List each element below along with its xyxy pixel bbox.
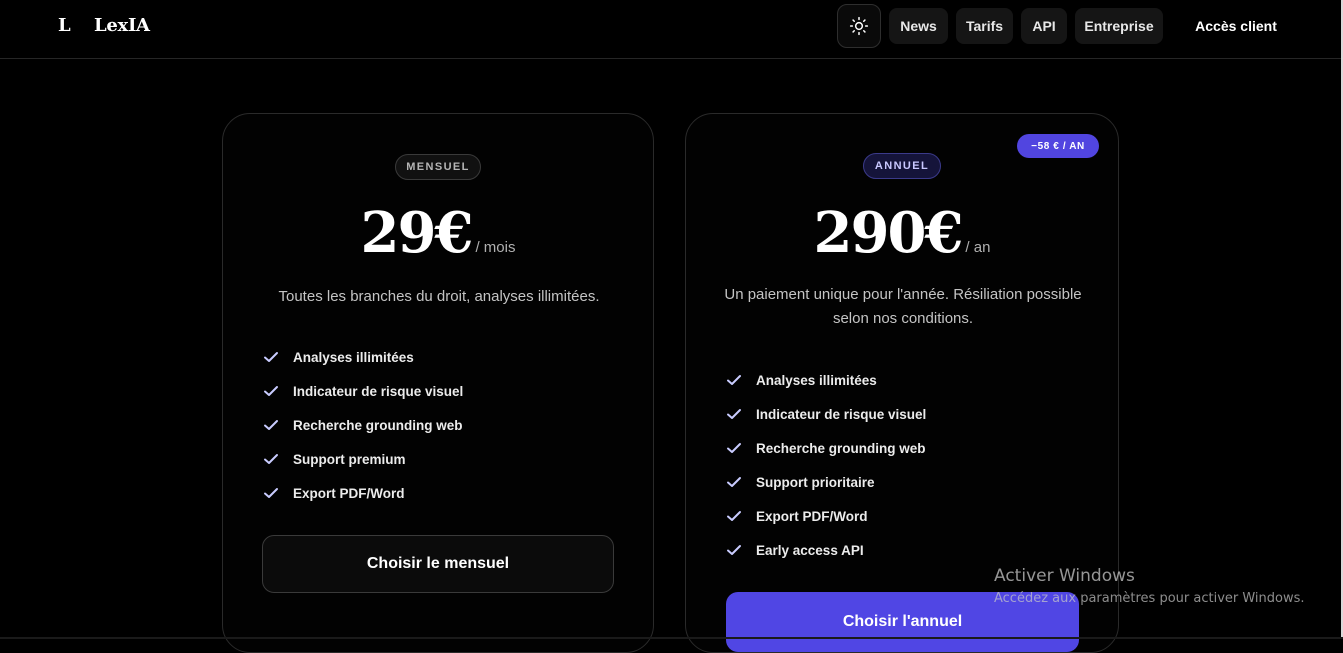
feature-item: Analyses illimitées <box>726 363 926 397</box>
feature-label: Indicateur de risque visuel <box>756 406 927 422</box>
check-icon <box>726 474 742 490</box>
savings-badge: −58 € / AN <box>1017 134 1099 158</box>
check-icon <box>726 508 742 524</box>
nav-entreprise[interactable]: Entreprise <box>1075 8 1163 44</box>
feature-item: Export PDF/Word <box>263 476 463 510</box>
windows-activation-title: Activer Windows <box>994 566 1135 586</box>
check-icon <box>263 417 279 433</box>
top-navbar: L LexIA News Tarifs API Entreprise Accès… <box>0 0 1343 59</box>
client-access-link[interactable]: Accès client <box>1182 8 1290 44</box>
feature-item: Export PDF/Word <box>726 499 926 533</box>
plan-pill: ANNUEL <box>863 153 941 179</box>
logo-mark[interactable]: L <box>58 15 71 36</box>
price-amount: 290€ <box>813 200 964 266</box>
feature-label: Recherche grounding web <box>293 417 463 433</box>
choose-monthly-button[interactable]: Choisir le mensuel <box>262 535 614 593</box>
feature-label: Support premium <box>293 451 406 467</box>
feature-item: Recherche grounding web <box>263 408 463 442</box>
windows-activation-subtitle: Accédez aux paramètres pour activer Wind… <box>994 591 1305 606</box>
price-amount: 29€ <box>360 200 474 266</box>
feature-item: Support prioritaire <box>726 465 926 499</box>
feature-label: Indicateur de risque visuel <box>293 383 464 399</box>
nav-tarifs[interactable]: Tarifs <box>956 8 1013 44</box>
plan-pill: MENSUEL <box>395 154 481 180</box>
sun-icon <box>849 16 869 36</box>
feature-label: Support prioritaire <box>756 474 875 490</box>
check-icon <box>726 372 742 388</box>
nav-api[interactable]: API <box>1021 8 1067 44</box>
plan-description: Toutes les branches du droit, analyses i… <box>278 288 600 305</box>
price: 29€ / mois <box>223 200 653 266</box>
feature-list: Analyses illimitées Indicateur de risque… <box>263 340 463 510</box>
feature-item: Early access API <box>726 533 926 567</box>
feature-item: Support premium <box>263 442 463 476</box>
feature-item: Indicateur de risque visuel <box>263 374 463 408</box>
feature-label: Analyses illimitées <box>293 349 414 365</box>
feature-label: Analyses illimitées <box>756 372 877 388</box>
feature-label: Early access API <box>756 542 864 558</box>
pricing-card-monthly: MENSUEL 29€ / mois Toutes les branches d… <box>222 113 654 653</box>
price: 290€ / an <box>686 200 1118 266</box>
price-unit: / an <box>965 239 991 256</box>
check-icon <box>726 440 742 456</box>
plan-description: Un paiement unique pour l'année. Résilia… <box>724 286 1082 327</box>
feature-list: Analyses illimitées Indicateur de risque… <box>726 363 926 567</box>
logo-text[interactable]: LexIA <box>94 15 150 36</box>
feature-item: Analyses illimitées <box>263 340 463 374</box>
check-icon <box>263 451 279 467</box>
check-icon <box>263 485 279 501</box>
check-icon <box>726 406 742 422</box>
price-unit: / mois <box>475 239 516 256</box>
feature-label: Export PDF/Word <box>293 485 405 501</box>
nav-news[interactable]: News <box>889 8 948 44</box>
check-icon <box>263 383 279 399</box>
theme-toggle-button[interactable] <box>837 4 881 48</box>
check-icon <box>726 542 742 558</box>
feature-item: Recherche grounding web <box>726 431 926 465</box>
feature-item: Indicateur de risque visuel <box>726 397 926 431</box>
feature-label: Export PDF/Word <box>756 508 868 524</box>
feature-label: Recherche grounding web <box>756 440 926 456</box>
check-icon <box>263 349 279 365</box>
